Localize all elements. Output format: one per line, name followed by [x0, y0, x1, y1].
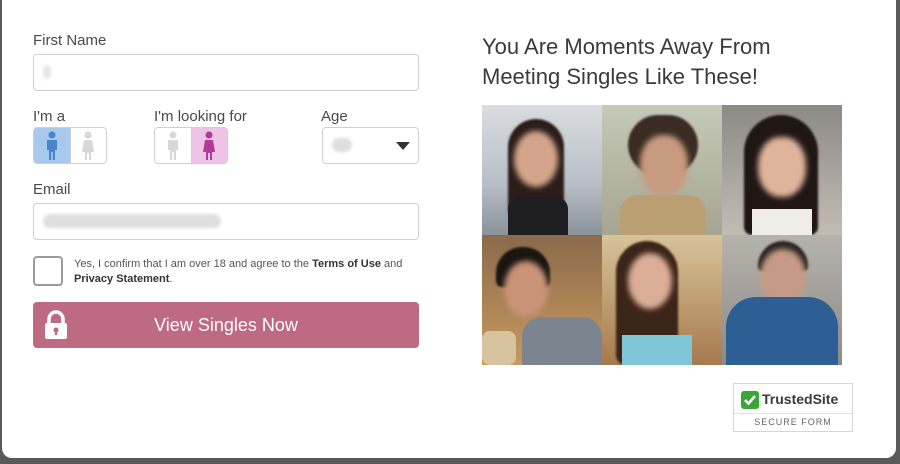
- consent-text: Yes, I confirm that I am over 18 and agr…: [74, 257, 424, 287]
- consent-text-start: Yes, I confirm that I am over 18 and agr…: [74, 258, 313, 270]
- male-icon: [46, 131, 57, 160]
- age-value: [332, 138, 352, 152]
- profile-photo[interactable]: [602, 105, 722, 235]
- profile-photo[interactable]: [602, 235, 722, 365]
- privacy-statement-link[interactable]: Privacy Statement: [74, 273, 169, 285]
- view-singles-button[interactable]: View Singles Now: [33, 302, 419, 348]
- im-a-female-button[interactable]: [69, 128, 107, 163]
- first-name-input[interactable]: [33, 54, 419, 91]
- check-icon: [741, 391, 759, 409]
- trustedsite-badge[interactable]: TrustedSite SECURE FORM: [733, 383, 853, 432]
- promo-headline-line1: You Are Moments Away From: [482, 34, 771, 59]
- female-icon: [82, 131, 95, 160]
- looking-for-female-button[interactable]: [190, 128, 227, 163]
- first-name-label: First Name: [33, 32, 107, 49]
- looking-for-label: I'm looking for: [154, 108, 247, 125]
- badge-divider: [734, 413, 852, 414]
- consent-checkbox[interactable]: [33, 256, 63, 286]
- email-input[interactable]: [33, 203, 419, 240]
- trustedsite-subtitle: SECURE FORM: [754, 417, 832, 427]
- im-a-label: I'm a: [33, 108, 66, 125]
- looking-for-male-button[interactable]: [155, 128, 191, 163]
- im-a-male-button[interactable]: [34, 128, 70, 163]
- female-icon: [203, 131, 216, 160]
- profile-photo[interactable]: [722, 235, 842, 365]
- terms-of-use-link[interactable]: Terms of Use: [312, 258, 381, 270]
- profile-photo[interactable]: [722, 105, 842, 235]
- signup-card: First Name I'm a I'm looking for Age Ema…: [2, 0, 896, 458]
- consent-text-end: .: [169, 273, 173, 285]
- email-label: Email: [33, 181, 71, 198]
- im-a-selector: [33, 127, 107, 164]
- email-value: [43, 214, 221, 228]
- promo-headline-line2: Meeting Singles Like These!: [482, 64, 758, 89]
- profile-photo-grid: [482, 105, 842, 365]
- promo-headline: You Are Moments Away From Meeting Single…: [482, 32, 771, 92]
- profile-photo[interactable]: [482, 235, 602, 365]
- looking-for-selector: [154, 127, 228, 164]
- trustedsite-brand: TrustedSite: [762, 391, 839, 407]
- chevron-down-icon: [396, 142, 410, 150]
- profile-photo[interactable]: [482, 105, 602, 235]
- view-singles-label: View Singles Now: [154, 315, 298, 335]
- first-name-value: [43, 65, 51, 79]
- male-icon: [167, 131, 178, 160]
- consent-text-and: and: [380, 258, 403, 270]
- age-select[interactable]: [322, 127, 419, 164]
- age-label: Age: [321, 108, 348, 125]
